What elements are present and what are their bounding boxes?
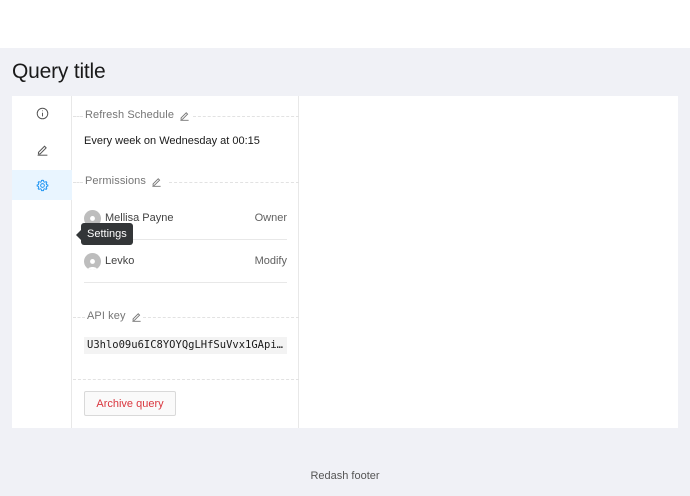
page-body: Query title Refresh Schedule Every week …	[0, 48, 690, 496]
api-key-label: API key	[87, 310, 142, 322]
api-key-value[interactable]: U3hlo09u6IC8YOYQgLHfSuVvx1GApi6pEawfKJa8	[84, 337, 287, 354]
page-title: Query title	[12, 60, 106, 83]
gear-icon	[36, 179, 48, 191]
permission-role: Owner	[254, 212, 287, 224]
settings-tooltip: Settings	[76, 223, 133, 245]
side-rail	[12, 96, 72, 428]
api-key-text: API key	[87, 310, 126, 322]
section-divider	[73, 182, 83, 183]
archive-query-button[interactable]: Archive query	[84, 391, 176, 416]
permissions-label: Permissions	[85, 175, 162, 187]
section-divider	[73, 379, 299, 380]
settings-panel: Refresh Schedule Every week on Wednesday…	[73, 96, 299, 428]
user-icon	[87, 258, 98, 270]
section-divider	[169, 182, 299, 183]
section-divider	[193, 116, 299, 117]
pencil-icon[interactable]	[131, 311, 142, 322]
rail-item-info[interactable]	[12, 98, 72, 128]
info-icon	[36, 107, 48, 119]
footer: Redash footer	[310, 470, 380, 482]
rail-item-settings[interactable]	[12, 170, 72, 200]
section-divider	[73, 116, 83, 117]
content-area	[300, 96, 678, 428]
permissions-text: Permissions	[85, 175, 147, 187]
permission-role: Modify	[254, 255, 287, 267]
refresh-schedule-text: Refresh Schedule	[85, 109, 175, 121]
permission-user-name: Levko	[105, 255, 135, 267]
pencil-icon[interactable]	[151, 176, 162, 187]
top-bar	[0, 0, 690, 48]
permission-row: Levko Modify	[84, 240, 287, 283]
refresh-schedule-value: Every week on Wednesday at 00:15	[84, 135, 260, 147]
query-settings-card: Refresh Schedule Every week on Wednesday…	[12, 96, 678, 428]
rail-item-edit[interactable]	[12, 134, 72, 164]
pencil-icon	[37, 145, 47, 156]
refresh-schedule-label: Refresh Schedule	[85, 109, 190, 121]
section-divider	[73, 317, 85, 318]
avatar	[84, 252, 101, 270]
pencil-icon[interactable]	[179, 110, 190, 121]
section-divider	[143, 317, 299, 318]
